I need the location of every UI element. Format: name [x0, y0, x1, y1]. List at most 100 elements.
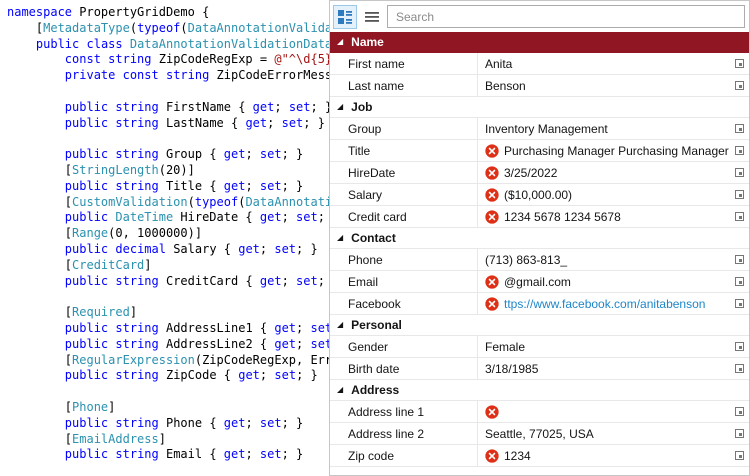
property-row-credit-card: Credit card 1234 5678 1234 5678 — [330, 206, 749, 228]
category-header-personal[interactable]: ◢Personal — [330, 315, 749, 336]
editor-box-icon — [735, 429, 744, 438]
property-value[interactable]: Inventory Management — [485, 122, 608, 136]
category-header-job[interactable]: ◢ Job — [330, 97, 749, 118]
property-grid-body: ◢ Name First name Anita Last name Benson ◢ Job G… — [330, 32, 749, 475]
property-row-title: Title Purchasing Manager Purchasing Manag… — [330, 140, 749, 162]
property-name[interactable]: Phone — [330, 249, 478, 270]
property-value-cell[interactable]: (713) 863-813_ — [478, 249, 729, 270]
property-value-cell[interactable]: ($10,000.00) — [478, 184, 729, 205]
property-value[interactable]: Female — [485, 340, 525, 354]
expander-icon[interactable]: ◢ — [337, 386, 343, 394]
property-value[interactable]: 3/18/1985 — [485, 362, 538, 376]
property-name[interactable]: Group — [330, 118, 478, 139]
facebook-link[interactable]: ttps://www.facebook.com/anitabenson — [504, 297, 705, 311]
property-name[interactable]: Email — [330, 271, 478, 292]
property-value[interactable]: (713) 863-813_ — [485, 253, 567, 267]
advanced-editor-button[interactable] — [729, 184, 749, 205]
advanced-editor-button[interactable] — [729, 162, 749, 183]
property-name[interactable]: Facebook — [330, 293, 478, 314]
property-value-cell[interactable]: Female — [478, 336, 729, 357]
category-label: Name — [351, 35, 384, 49]
property-name[interactable]: Address line 1 — [330, 401, 478, 422]
property-name[interactable]: Credit card — [330, 206, 478, 227]
category-header-address[interactable]: ◢Address — [330, 380, 749, 401]
editor-box-icon — [735, 124, 744, 133]
property-value-cell[interactable]: Benson — [478, 75, 729, 96]
advanced-editor-button[interactable] — [729, 75, 749, 96]
category-header-contact[interactable]: ◢ Contact — [330, 228, 749, 249]
editor-box-icon — [735, 168, 744, 177]
expander-icon[interactable]: ◢ — [337, 321, 343, 329]
property-value[interactable]: Seattle, 77025, USA — [485, 427, 594, 441]
property-name[interactable]: Title — [330, 140, 478, 161]
property-value-cell[interactable]: 1234 5678 1234 5678 — [478, 206, 729, 227]
editor-box-icon — [735, 342, 744, 351]
property-value[interactable]: 1234 5678 1234 5678 — [504, 210, 621, 224]
property-row-birth-date: Birth date 3/18/1985 — [330, 358, 749, 380]
category-label: Job — [351, 100, 372, 114]
expander-icon[interactable]: ◢ — [337, 103, 343, 111]
property-name[interactable]: Birth date — [330, 358, 478, 379]
property-name[interactable]: Zip code — [330, 445, 478, 466]
advanced-editor-button[interactable] — [729, 206, 749, 227]
expander-icon[interactable]: ◢ — [337, 234, 343, 242]
advanced-editor-button[interactable] — [729, 140, 749, 161]
property-value-cell[interactable]: 3/25/2022 — [478, 162, 729, 183]
property-name[interactable]: Address line 2 — [330, 423, 478, 444]
property-row-gender: Gender Female — [330, 336, 749, 358]
property-name[interactable]: Salary — [330, 184, 478, 205]
list-icon — [364, 9, 380, 25]
property-grid-toolbar — [330, 1, 749, 32]
property-row-first-name: First name Anita — [330, 53, 749, 75]
advanced-editor-button[interactable] — [729, 293, 749, 314]
property-row-address-line-2: Address line 2 Seattle, 77025, USA — [330, 423, 749, 445]
editor-box-icon — [735, 81, 744, 90]
category-label: Contact — [351, 231, 396, 245]
editor-box-icon — [735, 364, 744, 373]
search-box — [387, 5, 745, 28]
expander-icon[interactable]: ◢ — [337, 38, 343, 46]
property-value-cell[interactable]: ttps://www.facebook.com/anitabenson — [478, 293, 729, 314]
category-header-name[interactable]: ◢ Name — [330, 32, 749, 53]
property-value-cell[interactable] — [478, 401, 729, 422]
property-value-cell[interactable]: Purchasing Manager Purchasing Manager — [478, 140, 729, 161]
advanced-editor-button[interactable] — [729, 249, 749, 270]
property-value[interactable]: Benson — [485, 79, 526, 93]
property-value-cell[interactable]: Seattle, 77025, USA — [478, 423, 729, 444]
advanced-editor-button[interactable] — [729, 401, 749, 422]
property-value-cell[interactable]: 1234 — [478, 445, 729, 466]
search-input[interactable] — [388, 6, 744, 27]
property-row-address-line-1: Address line 1 — [330, 401, 749, 423]
property-row-group: Group Inventory Management — [330, 118, 749, 140]
property-value[interactable]: ($10,000.00) — [504, 188, 572, 202]
categorized-icon — [337, 9, 353, 25]
property-row-email: Email @gmail.com — [330, 271, 749, 293]
validation-error-icon — [485, 188, 499, 202]
alphabetical-view-button[interactable] — [360, 5, 384, 29]
advanced-editor-button[interactable] — [729, 423, 749, 444]
property-value[interactable]: @gmail.com — [504, 275, 571, 289]
property-value[interactable]: Anita — [485, 57, 512, 71]
advanced-editor-button[interactable] — [729, 358, 749, 379]
property-name[interactable]: HireDate — [330, 162, 478, 183]
property-row-last-name: Last name Benson — [330, 75, 749, 97]
advanced-editor-button[interactable] — [729, 53, 749, 74]
property-name[interactable]: Gender — [330, 336, 478, 357]
property-name[interactable]: Last name — [330, 75, 478, 96]
advanced-editor-button[interactable] — [729, 271, 749, 292]
app-window: namespace PropertyGridDemo { [MetadataTy… — [0, 0, 750, 476]
property-value-cell[interactable]: @gmail.com — [478, 271, 729, 292]
advanced-editor-button[interactable] — [729, 336, 749, 357]
property-name[interactable]: First name — [330, 53, 478, 74]
advanced-editor-button[interactable] — [729, 445, 749, 466]
categorized-view-button[interactable] — [333, 5, 357, 29]
validation-error-icon — [485, 275, 499, 289]
property-value-cell[interactable]: Anita — [478, 53, 729, 74]
property-value-cell[interactable]: Inventory Management — [478, 118, 729, 139]
property-value[interactable]: Purchasing Manager Purchasing Manager — [504, 144, 729, 158]
property-value-cell[interactable]: 3/18/1985 — [478, 358, 729, 379]
validation-error-icon — [485, 166, 499, 180]
property-value[interactable]: 3/25/2022 — [504, 166, 557, 180]
advanced-editor-button[interactable] — [729, 118, 749, 139]
property-value[interactable]: 1234 — [504, 449, 531, 463]
